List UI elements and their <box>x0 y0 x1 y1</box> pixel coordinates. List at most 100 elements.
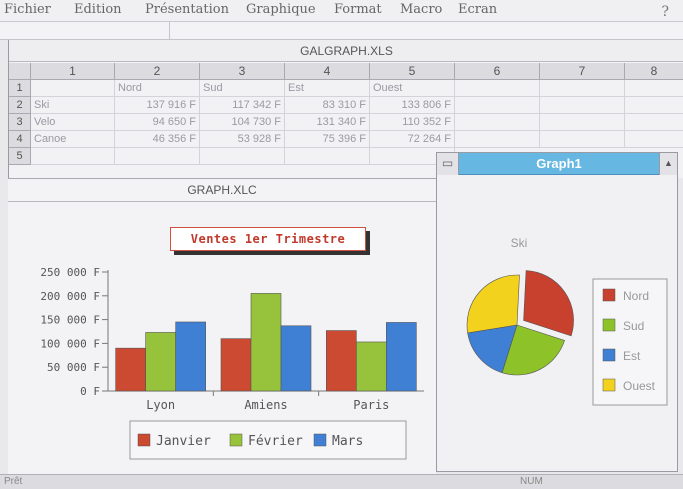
legend-label: Janvier <box>156 434 211 449</box>
y-axis-tick-label: 50 000 F <box>47 361 100 374</box>
column-header[interactable]: 8 <box>625 63 683 80</box>
pie-legend-label: Ouest <box>623 379 656 393</box>
table-cell[interactable]: Nord <box>115 80 200 97</box>
pie-title: Ski <box>511 236 528 250</box>
num-lock-indicator: NUM <box>520 476 543 487</box>
x-axis-tick-label: Lyon <box>146 398 175 412</box>
help-menu[interactable]: ? <box>661 4 669 20</box>
table-cell[interactable] <box>455 80 540 97</box>
table-cell[interactable]: 94 650 F <box>115 114 200 131</box>
bar-chart[interactable]: 250 000 F 200 000 F 150 000 F 100 000 F 50 0… <box>8 179 436 475</box>
graph1-title-bar[interactable]: ▭ Graph1 ▲ <box>437 153 677 175</box>
y-axis-tick-label: 200 000 F <box>40 290 100 303</box>
table-cell[interactable] <box>625 80 683 97</box>
table-cell[interactable]: 83 310 F <box>285 97 370 114</box>
menu-presentation[interactable]: Présentation <box>145 2 229 17</box>
menu-bar: Fichier Edition Présentation Graphique F… <box>0 0 683 22</box>
bar-février <box>356 341 387 392</box>
table-cell[interactable] <box>455 131 540 148</box>
table-cell[interactable]: 53 928 F <box>200 131 285 148</box>
menu-format[interactable]: Format <box>334 2 382 17</box>
pie-chart[interactable]: Ski Nord Sud Est Ouest <box>437 175 677 471</box>
menu-edition[interactable]: Edition <box>74 2 122 17</box>
cell-reference-box[interactable] <box>0 22 170 40</box>
x-axis-tick-label: Amiens <box>244 398 287 412</box>
table-cell[interactable] <box>540 97 625 114</box>
table-cell[interactable] <box>31 148 115 165</box>
legend-swatch-janvier <box>137 433 151 447</box>
table-cell[interactable]: 133 806 F <box>370 97 455 114</box>
system-menu-button[interactable]: ▭ <box>437 153 459 175</box>
column-header[interactable]: 2 <box>115 63 200 80</box>
y-axis-tick-label: 100 000 F <box>40 337 100 350</box>
spreadsheet-title[interactable]: GALGRAPH.XLS <box>9 40 683 62</box>
legend-label: Mars <box>332 434 363 449</box>
table-cell[interactable] <box>455 114 540 131</box>
formula-bar[interactable] <box>0 22 683 40</box>
table-cell[interactable]: 104 730 F <box>200 114 285 131</box>
row-header[interactable]: 3 <box>9 114 31 131</box>
column-header[interactable]: 7 <box>540 63 625 80</box>
table-cell[interactable] <box>455 97 540 114</box>
row-header[interactable]: 4 <box>9 131 31 148</box>
table-cell[interactable]: 75 396 F <box>285 131 370 148</box>
table-cell[interactable]: 117 342 F <box>200 97 285 114</box>
column-header[interactable]: 5 <box>370 63 455 80</box>
graph1-title: Graph1 <box>536 156 582 171</box>
legend-swatch-février <box>229 433 243 447</box>
bar-janvier <box>115 347 146 392</box>
table-cell[interactable]: 137 916 F <box>115 97 200 114</box>
table-cell[interactable] <box>285 148 370 165</box>
pie-legend-swatch-sud <box>602 318 616 332</box>
bar-février <box>250 293 282 392</box>
pie-legend-swatch-ouest <box>602 378 616 392</box>
table-cell[interactable]: Velo <box>31 114 115 131</box>
table-cell[interactable]: 46 356 F <box>115 131 200 148</box>
y-axis-tick-label: 250 000 F <box>40 266 100 279</box>
bar-chart-window: GRAPH.XLC Ventes 1er Trimestre 250 000 F… <box>8 178 436 474</box>
table-cell[interactable] <box>625 114 683 131</box>
column-header[interactable]: 3 <box>200 63 285 80</box>
status-text: Prêt <box>4 476 23 487</box>
table-cell[interactable] <box>625 131 683 148</box>
pie-legend-swatch-est <box>602 348 616 362</box>
table-cell[interactable]: 72 264 F <box>370 131 455 148</box>
table-cell[interactable]: Sud <box>200 80 285 97</box>
table-cell[interactable]: Ski <box>31 97 115 114</box>
table-cell[interactable] <box>540 131 625 148</box>
pie-slice-nord <box>523 270 574 337</box>
row-header[interactable]: 2 <box>9 97 31 114</box>
table-cell[interactable] <box>625 97 683 114</box>
table-cell[interactable] <box>540 114 625 131</box>
pie-legend-swatch-nord <box>602 288 616 302</box>
bar-mars <box>280 325 312 392</box>
table-cell[interactable]: 131 340 F <box>285 114 370 131</box>
pie-legend-label: Nord <box>623 289 649 303</box>
table-cell[interactable] <box>31 80 115 97</box>
table-cell[interactable]: Ouest <box>370 80 455 97</box>
select-all-corner[interactable] <box>9 63 31 80</box>
y-axis-tick-label: 150 000 F <box>40 314 100 327</box>
table-cell[interactable] <box>200 148 285 165</box>
bar-mars <box>175 321 206 392</box>
pie-legend-label: Sud <box>623 319 644 333</box>
table-cell[interactable]: 110 352 F <box>370 114 455 131</box>
menu-graphique[interactable]: Graphique <box>246 2 316 17</box>
table-cell[interactable]: Est <box>285 80 370 97</box>
table-cell[interactable] <box>115 148 200 165</box>
menu-macro[interactable]: Macro <box>400 2 442 17</box>
table-cell[interactable]: Canoe <box>31 131 115 148</box>
column-header[interactable]: 1 <box>31 63 115 80</box>
x-axis-tick-label: Paris <box>353 398 389 412</box>
table-cell[interactable] <box>540 80 625 97</box>
maximize-button[interactable]: ▲ <box>659 153 677 175</box>
row-header[interactable]: 1 <box>9 80 31 97</box>
status-bar: Prêt NUM <box>0 474 683 489</box>
menu-fichier[interactable]: Fichier <box>4 2 51 17</box>
menu-ecran[interactable]: Ecran <box>458 2 497 17</box>
row-header[interactable]: 5 <box>9 148 31 165</box>
pie-slice-ouest <box>466 274 520 334</box>
bar-janvier <box>220 338 252 392</box>
column-header[interactable]: 6 <box>455 63 540 80</box>
column-header[interactable]: 4 <box>285 63 370 80</box>
